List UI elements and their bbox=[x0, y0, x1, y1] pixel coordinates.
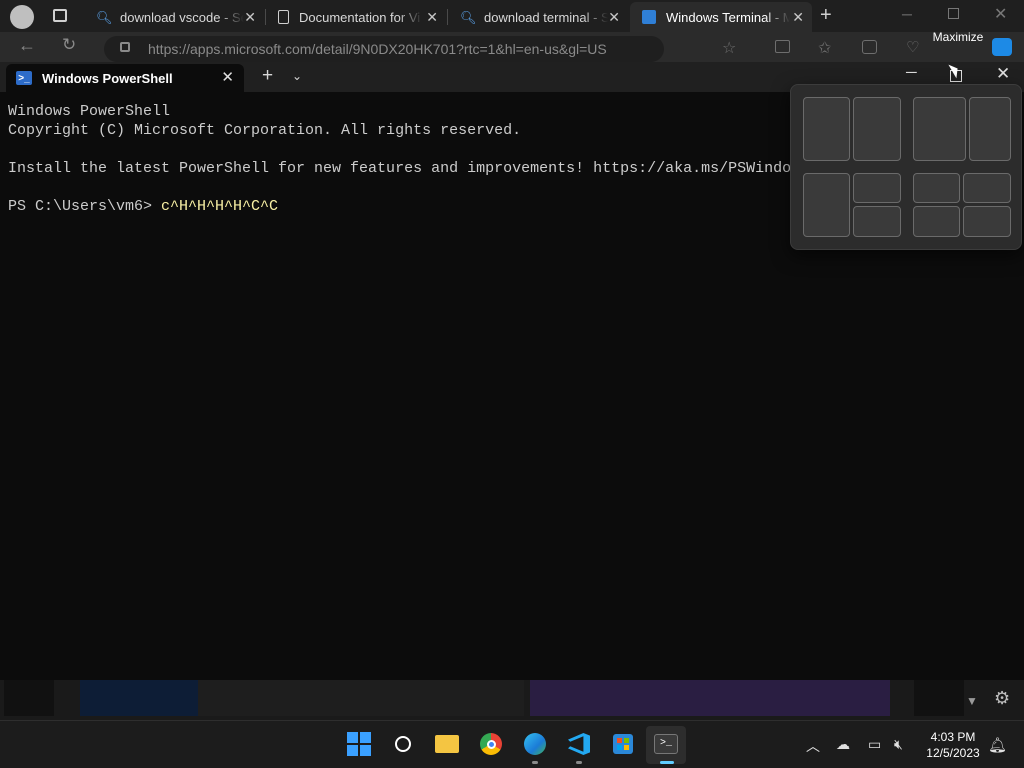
notification-bell-icon[interactable]: 🔔︎ bbox=[988, 736, 1007, 754]
favorite-star-icon[interactable]: ☆ bbox=[722, 38, 736, 58]
terminal-tab-powershell[interactable]: >_ Windows PowerShell ✕ bbox=[6, 64, 244, 92]
close-icon[interactable]: ✕ bbox=[244, 9, 256, 26]
close-window-icon[interactable]: ✕ bbox=[994, 4, 1007, 24]
browser-tab-documentation[interactable]: Documentation for Vi ✕ bbox=[266, 2, 446, 32]
terminal-output[interactable]: Windows PowerShell Copyright (C) Microsof… bbox=[8, 102, 798, 216]
snap-zone[interactable] bbox=[963, 206, 1011, 237]
output-line: Windows PowerShell bbox=[8, 103, 171, 120]
tab-label: download terminal - S bbox=[484, 9, 608, 25]
split-screen-icon[interactable] bbox=[775, 40, 790, 53]
snap-zone[interactable] bbox=[803, 173, 850, 237]
command-text: c^H^H^H^H^C^C bbox=[161, 198, 279, 215]
edge-tab-bar: 🔍︎ download vscode - Se ✕ Documentation … bbox=[0, 0, 1024, 32]
dropdown-chevron-icon[interactable]: ⌄ bbox=[292, 69, 302, 83]
back-icon[interactable]: ← bbox=[18, 35, 36, 56]
close-window-icon[interactable]: ✕ bbox=[996, 64, 1010, 84]
powershell-icon: >_ bbox=[16, 71, 32, 85]
start-icon[interactable] bbox=[346, 731, 372, 757]
volume-muted-icon[interactable]: 🔇︎ bbox=[894, 736, 903, 753]
terminal-icon[interactable]: >_ bbox=[653, 731, 679, 757]
store-icon[interactable] bbox=[610, 731, 636, 757]
maximize-tooltip: Maximize bbox=[932, 30, 984, 44]
snap-zone[interactable] bbox=[853, 173, 901, 203]
edge-address-bar: ← ↻ https://apps.microsoft.com/detail/9N… bbox=[0, 32, 1024, 62]
clock-date: 12/5/2023 bbox=[926, 746, 980, 760]
snap-zone[interactable] bbox=[853, 206, 901, 237]
output-line-blank bbox=[8, 140, 798, 159]
file-explorer-icon[interactable] bbox=[434, 731, 460, 757]
output-line: Copyright (C) Microsoft Corporation. All… bbox=[8, 122, 522, 139]
search-icon: 🔍︎ bbox=[96, 10, 113, 25]
edge-window: 🔍︎ download vscode - Se ✕ Documentation … bbox=[0, 0, 1024, 62]
minimize-icon[interactable]: ─ bbox=[906, 64, 917, 81]
copilot-icon[interactable] bbox=[992, 38, 1012, 56]
url-field[interactable]: https://apps.microsoft.com/detail/9N0DX2… bbox=[104, 36, 664, 62]
thumbnail bbox=[530, 680, 890, 716]
tab-label: download vscode - Se bbox=[120, 9, 244, 25]
snap-zone[interactable] bbox=[913, 206, 960, 237]
vscode-icon[interactable] bbox=[566, 731, 592, 757]
lock-icon[interactable] bbox=[120, 42, 130, 52]
tab-actions-icon[interactable] bbox=[53, 9, 67, 22]
tab-label: Windows Terminal - M bbox=[666, 9, 790, 25]
snap-zone[interactable] bbox=[969, 97, 1011, 161]
browser-tab-windows-terminal[interactable]: Windows Terminal - M ✕ bbox=[630, 2, 812, 32]
edge-icon[interactable] bbox=[522, 731, 548, 757]
chrome-icon[interactable] bbox=[478, 731, 504, 757]
prompt-line: PS C:\Users\vm6> c^H^H^H^H^C^C bbox=[8, 197, 798, 216]
extensions-icon[interactable]: ♡ bbox=[906, 38, 919, 56]
browser-tab-download-terminal[interactable]: 🔍︎ download terminal - S ✕ bbox=[448, 2, 628, 32]
snap-zone[interactable] bbox=[803, 97, 850, 161]
show-hidden-icons-chevron-icon[interactable]: ︿ bbox=[806, 736, 820, 756]
refresh-icon[interactable]: ↻ bbox=[62, 35, 76, 55]
store-icon bbox=[642, 10, 656, 24]
preview-strip: ▼ ⚙ bbox=[0, 680, 1024, 720]
page-icon bbox=[278, 10, 289, 24]
thumbnail bbox=[4, 680, 54, 716]
output-line-blank bbox=[8, 178, 798, 197]
new-tab-icon[interactable]: + bbox=[820, 4, 832, 27]
prompt: PS C:\Users\vm6> bbox=[8, 198, 162, 215]
chevron-down-icon[interactable]: ▼ bbox=[966, 694, 978, 708]
browser-tab-download-vscode[interactable]: 🔍︎ download vscode - Se ✕ bbox=[84, 2, 264, 32]
snap-zone[interactable] bbox=[913, 173, 960, 203]
snap-zone[interactable] bbox=[963, 173, 1011, 203]
tab-label: Documentation for Vi bbox=[299, 9, 421, 25]
new-tab-icon[interactable]: + bbox=[262, 65, 273, 87]
settings-gear-icon[interactable]: ⚙ bbox=[994, 688, 1010, 709]
thumbnail bbox=[198, 680, 524, 716]
taskbar: >_ ︿ ☁ ▭ 🔇︎ 4:03 PM 12/5/2023 🔔︎ bbox=[0, 720, 1024, 768]
search-icon[interactable] bbox=[390, 731, 416, 757]
close-tab-icon[interactable]: ✕ bbox=[221, 68, 234, 86]
collections-icon[interactable] bbox=[862, 40, 877, 54]
onedrive-icon[interactable]: ☁ bbox=[836, 736, 850, 753]
thumbnail bbox=[914, 680, 964, 716]
profile-avatar[interactable] bbox=[10, 5, 34, 29]
favorites-icon[interactable]: ✩ bbox=[818, 38, 831, 58]
close-icon[interactable]: ✕ bbox=[608, 9, 620, 26]
search-icon: 🔍︎ bbox=[460, 10, 477, 25]
terminal-tab-title: Windows PowerShell bbox=[42, 70, 173, 86]
restore-icon[interactable] bbox=[948, 8, 959, 19]
snap-layouts-flyout bbox=[790, 84, 1022, 250]
system-clock[interactable]: 4:03 PM 12/5/2023 bbox=[922, 729, 984, 761]
minimize-icon[interactable]: ─ bbox=[902, 6, 912, 22]
clock-time: 4:03 PM bbox=[930, 730, 976, 744]
thumbnail bbox=[80, 680, 198, 716]
close-icon[interactable]: ✕ bbox=[792, 9, 804, 26]
snap-zone[interactable] bbox=[913, 97, 966, 161]
snap-zone[interactable] bbox=[853, 97, 901, 161]
close-icon[interactable]: ✕ bbox=[426, 9, 438, 26]
network-icon[interactable]: ▭ bbox=[868, 736, 881, 753]
output-line: Install the latest PowerShell for new fe… bbox=[8, 160, 792, 177]
